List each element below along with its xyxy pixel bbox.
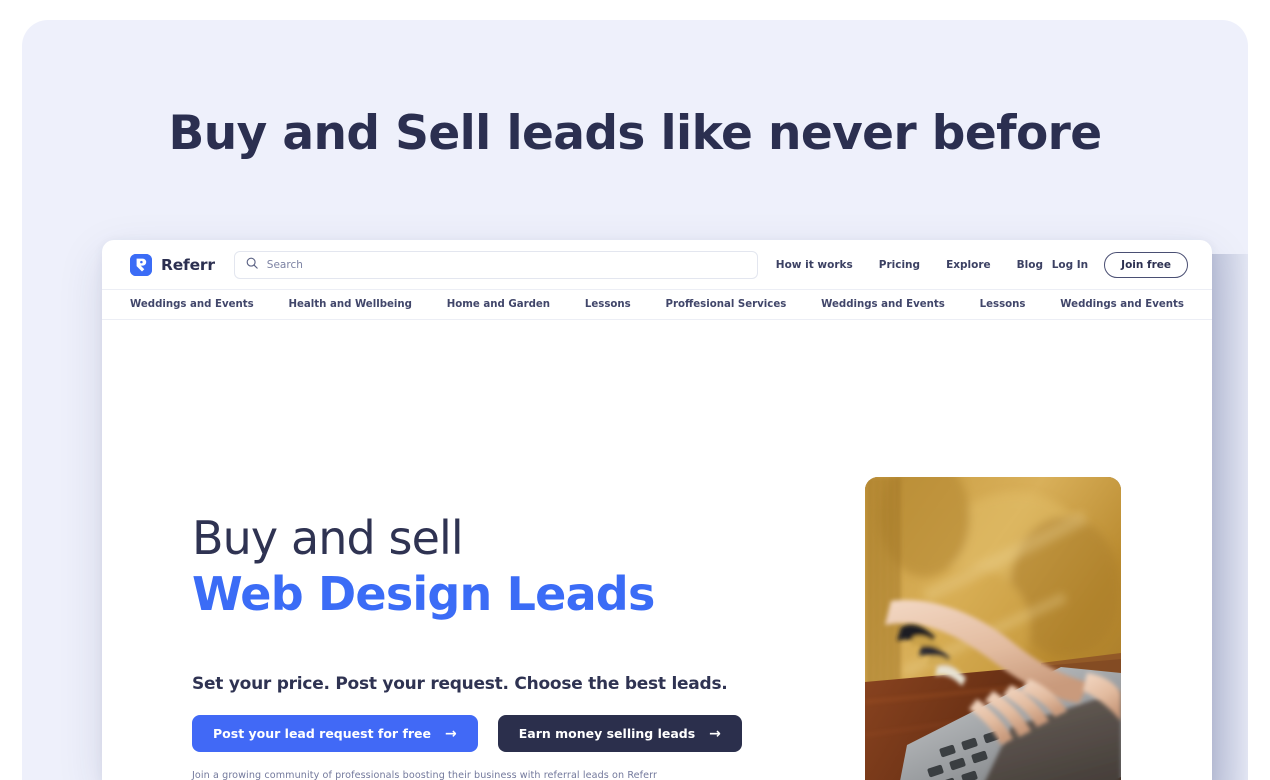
nav-item-how-it-works[interactable]: How it works — [776, 259, 853, 271]
category-lessons-2[interactable]: Lessons — [980, 299, 1026, 310]
brand-name: Referr — [161, 255, 215, 274]
join-free-button[interactable]: Join free — [1104, 251, 1188, 278]
nav-item-explore[interactable]: Explore — [946, 259, 991, 271]
post-lead-request-label: Post your lead request for free — [213, 726, 431, 742]
category-health-and-wellbeing[interactable]: Health and Wellbeing — [289, 299, 412, 310]
category-home-and-garden[interactable]: Home and Garden — [447, 299, 550, 310]
post-lead-request-button[interactable]: Post your lead request for free → — [192, 715, 478, 753]
category-proffesional-services[interactable]: Proffesional Services — [666, 299, 787, 310]
hero-heading: Buy and sell Web Design Leads — [192, 510, 742, 622]
arrow-right-icon: → — [709, 725, 721, 742]
hero-copy: Buy and sell Web Design Leads Set your p… — [192, 510, 742, 780]
arrow-right-icon: → — [445, 725, 457, 742]
category-lessons-1[interactable]: Lessons — [585, 299, 631, 310]
hero-photo — [865, 477, 1121, 780]
app-preview-card: Referr Search How it works Pricing Explo… — [102, 240, 1212, 780]
category-weddings-and-events-1[interactable]: Weddings and Events — [130, 299, 254, 310]
nav-item-pricing[interactable]: Pricing — [879, 259, 920, 271]
category-weddings-and-events-3[interactable]: Weddings and Events — [1060, 299, 1184, 310]
card-edge-shadow — [1212, 254, 1248, 780]
auth-actions: Log In Join free — [1052, 251, 1188, 278]
category-bar: Weddings and Events Health and Wellbeing… — [102, 290, 1212, 320]
hero-subheading: Set your price. Post your request. Choos… — [192, 674, 728, 695]
page-title: Buy and Sell leads like never before — [168, 106, 1102, 161]
referr-logo-icon — [130, 253, 152, 276]
search-value: Search — [266, 258, 303, 271]
brand-logo[interactable]: Referr — [130, 253, 215, 276]
category-weddings-and-events-2[interactable]: Weddings and Events — [821, 299, 945, 310]
hero-note: Join a growing community of professional… — [192, 770, 658, 780]
search-input[interactable]: Search — [233, 250, 758, 279]
search-icon — [246, 256, 258, 274]
login-link[interactable]: Log In — [1052, 259, 1088, 271]
hero-cta-group: Post your lead request for free → Earn m… — [192, 715, 742, 753]
hero-heading-line1: Buy and sell — [192, 511, 464, 565]
top-navigation: How it works Pricing Explore Blog — [776, 259, 1043, 271]
marketing-panel: Buy and Sell leads like never before Ref… — [22, 20, 1248, 780]
earn-money-label: Earn money selling leads — [518, 726, 696, 742]
earn-money-selling-leads-button[interactable]: Earn money selling leads → — [497, 715, 742, 753]
hero-heading-line2: Web Design Leads — [192, 567, 655, 622]
nav-item-blog[interactable]: Blog — [1017, 259, 1043, 271]
hero-section: Buy and sell Web Design Leads Set your p… — [102, 320, 1212, 780]
app-header: Referr Search How it works Pricing Explo… — [102, 240, 1212, 290]
